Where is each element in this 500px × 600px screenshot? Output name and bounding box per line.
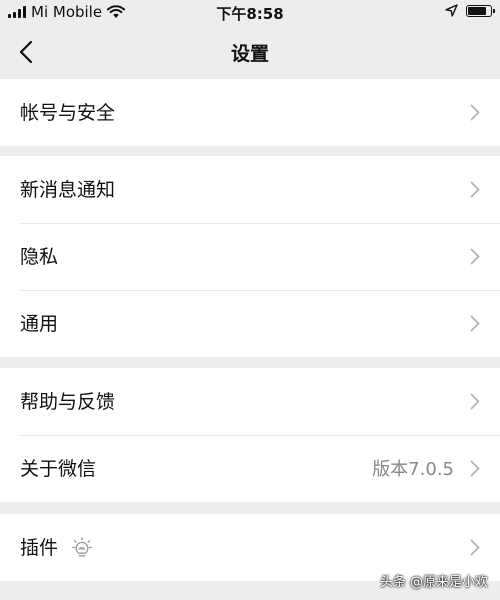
status-time: 下午8:58: [216, 5, 284, 23]
settings-item-help-feedback[interactable]: 帮助与反馈: [0, 368, 500, 435]
status-bar: Mi Mobile 下午8:58: [0, 0, 500, 26]
settings-item-label: 插件: [20, 537, 59, 559]
settings-item-label: 帐号与安全: [20, 102, 116, 124]
chevron-right-icon: [470, 248, 480, 265]
chevron-right-icon: [470, 393, 480, 410]
battery-icon: [466, 4, 495, 17]
settings-item-label: 通用: [20, 313, 59, 335]
chevron-right-icon: [470, 104, 480, 121]
settings-item-new-message-notification[interactable]: 新消息通知: [0, 156, 500, 223]
settings-group-general: 新消息通知 隐私 通用: [0, 156, 500, 357]
nav-bar: 设置: [0, 26, 500, 78]
chevron-right-icon: [470, 539, 480, 556]
location-arrow-icon: [445, 4, 458, 17]
chevron-right-icon: [470, 315, 480, 332]
settings-group-help: 帮助与反馈 关于微信 版本7.0.5: [0, 368, 500, 502]
chevron-right-icon: [470, 460, 480, 477]
page-title: 设置: [230, 43, 269, 65]
chevron-right-icon: [470, 181, 480, 198]
settings-item-label: 隐私: [20, 246, 59, 268]
version-value: 版本7.0.5: [372, 459, 454, 480]
watermark: 头条 @原来是小欢: [379, 575, 488, 590]
settings-item-about-wechat[interactable]: 关于微信 版本7.0.5: [0, 435, 500, 502]
settings-item-general[interactable]: 通用: [0, 290, 500, 357]
settings-item-privacy[interactable]: 隐私: [0, 223, 500, 290]
settings-item-account-security[interactable]: 帐号与安全: [0, 79, 500, 146]
settings-item-label: 关于微信: [20, 458, 97, 480]
status-right: [445, 4, 495, 17]
settings-item-label: 帮助与反馈: [20, 391, 116, 413]
settings-group-account: 帐号与安全: [0, 79, 500, 146]
settings-item-label: 新消息通知: [20, 179, 116, 201]
battery-fill: [468, 6, 486, 15]
lightbulb-icon: [72, 537, 92, 557]
